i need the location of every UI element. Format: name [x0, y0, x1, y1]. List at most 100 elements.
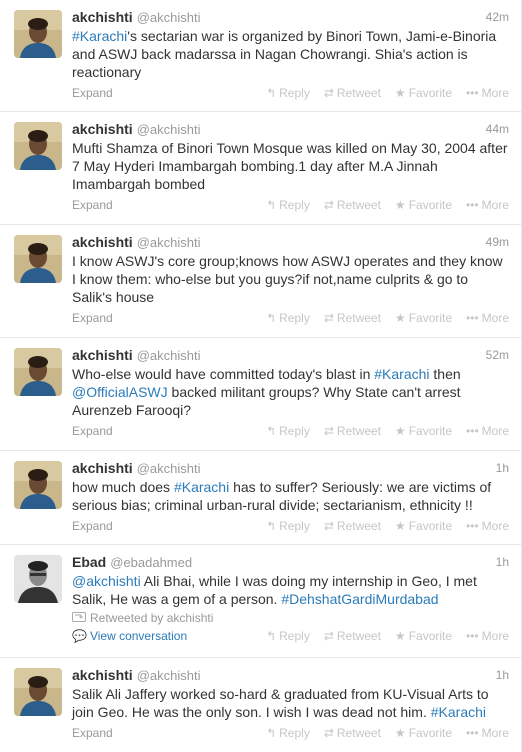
- retweet-button[interactable]: ⇄ Retweet: [324, 309, 381, 327]
- more-button[interactable]: ••• More: [466, 309, 509, 327]
- star-icon: ★: [394, 198, 406, 212]
- fullname[interactable]: akchishti: [72, 234, 133, 250]
- avatar[interactable]: [14, 122, 62, 170]
- favorite-label: Favorite: [408, 198, 453, 212]
- avatar[interactable]: [14, 10, 62, 58]
- tweet[interactable]: akchishti @akchishti 52m Who-else would h…: [0, 338, 521, 451]
- retweet-button[interactable]: ⇄ Retweet: [324, 627, 381, 645]
- expand-link[interactable]: Expand: [72, 309, 113, 327]
- username[interactable]: @akchishti: [137, 122, 201, 137]
- more-button[interactable]: ••• More: [466, 517, 509, 535]
- expand-link[interactable]: Expand: [72, 517, 113, 535]
- mention-link[interactable]: @akchishti: [72, 573, 141, 589]
- retweet-label: Retweet: [336, 726, 381, 740]
- hashtag-link[interactable]: #Karachi: [374, 366, 429, 382]
- hashtag-link[interactable]: #DehshatGardiMurdabad: [281, 591, 438, 607]
- mention-link[interactable]: @OfficialASWJ: [72, 384, 168, 400]
- retweeted-by-label: Retweeted by akchishti: [90, 611, 214, 625]
- avatar[interactable]: [14, 555, 62, 603]
- avatar[interactable]: [14, 348, 62, 396]
- tweet-text: #Karachi's sectarian war is organized by…: [72, 27, 509, 81]
- username[interactable]: @ebadahmed: [110, 555, 192, 570]
- retweet-button[interactable]: ⇄ Retweet: [324, 724, 381, 742]
- tweet[interactable]: akchishti @akchishti 1h Salik Ali Jaffery…: [0, 658, 521, 752]
- avatar[interactable]: [14, 461, 62, 509]
- favorite-button[interactable]: ★ Favorite: [395, 309, 452, 327]
- favorite-button[interactable]: ★ Favorite: [395, 724, 452, 742]
- username[interactable]: @akchishti: [137, 461, 201, 476]
- reply-icon: ↰: [266, 726, 277, 740]
- timestamp[interactable]: 1h: [496, 553, 509, 571]
- tweet-header: akchishti @akchishti: [72, 666, 509, 684]
- tweet-text: Salik Ali Jaffery worked so-hard & gradu…: [72, 685, 509, 721]
- tweet[interactable]: akchishti @akchishti 49m I know ASWJ's co…: [0, 225, 521, 338]
- fullname[interactable]: akchishti: [72, 460, 133, 476]
- tweet[interactable]: Ebad @ebadahmed 1h @akchishti Ali Bhai, w…: [0, 545, 521, 658]
- reply-button[interactable]: ↰ Reply: [266, 196, 310, 214]
- expand-link[interactable]: Expand: [72, 84, 113, 102]
- avatar[interactable]: [14, 668, 62, 716]
- more-label: More: [481, 311, 509, 325]
- retweet-icon: ⇄: [323, 198, 334, 212]
- more-icon: •••: [466, 86, 479, 100]
- timestamp[interactable]: 1h: [496, 459, 509, 477]
- retweeted-by[interactable]: Retweeted by akchishti: [72, 610, 509, 626]
- timestamp[interactable]: 49m: [486, 233, 509, 251]
- retweet-button[interactable]: ⇄ Retweet: [324, 84, 381, 102]
- hashtag-link[interactable]: #Karachi: [431, 704, 486, 720]
- timeline: akchishti @akchishti 42m #Karachi's secta…: [0, 0, 522, 752]
- timestamp[interactable]: 44m: [486, 120, 509, 138]
- timestamp[interactable]: 52m: [486, 346, 509, 364]
- more-icon: •••: [466, 519, 479, 533]
- tweet[interactable]: akchishti @akchishti 42m #Karachi's secta…: [0, 0, 521, 112]
- favorite-button[interactable]: ★ Favorite: [395, 196, 452, 214]
- tweet[interactable]: akchishti @akchishti 44m Mufti Shamza of …: [0, 112, 521, 225]
- favorite-label: Favorite: [408, 519, 453, 533]
- reply-button[interactable]: ↰ Reply: [266, 724, 310, 742]
- more-button[interactable]: ••• More: [466, 84, 509, 102]
- avatar[interactable]: [14, 235, 62, 283]
- fullname[interactable]: akchishti: [72, 667, 133, 683]
- favorite-button[interactable]: ★ Favorite: [395, 422, 452, 440]
- expand-link[interactable]: Expand: [72, 724, 113, 742]
- username[interactable]: @akchishti: [137, 10, 201, 25]
- username[interactable]: @akchishti: [137, 235, 201, 250]
- retweet-button[interactable]: ⇄ Retweet: [324, 517, 381, 535]
- retweet-button[interactable]: ⇄ Retweet: [324, 196, 381, 214]
- reply-icon: ↰: [266, 198, 277, 212]
- retweet-label: Retweet: [336, 629, 381, 643]
- fullname[interactable]: akchishti: [72, 9, 133, 25]
- tweet-text-segment: Salik Ali Jaffery worked so-hard & gradu…: [72, 686, 489, 720]
- fullname[interactable]: akchishti: [72, 121, 133, 137]
- reply-button[interactable]: ↰ Reply: [266, 422, 310, 440]
- tweet-text: @akchishti Ali Bhai, while I was doing m…: [72, 572, 509, 608]
- username[interactable]: @akchishti: [137, 668, 201, 683]
- timestamp[interactable]: 42m: [486, 8, 509, 26]
- more-button[interactable]: ••• More: [466, 724, 509, 742]
- favorite-button[interactable]: ★ Favorite: [395, 627, 452, 645]
- star-icon: ★: [394, 629, 406, 643]
- expand-link[interactable]: Expand: [72, 422, 113, 440]
- reply-button[interactable]: ↰ Reply: [266, 309, 310, 327]
- favorite-button[interactable]: ★ Favorite: [395, 517, 452, 535]
- more-button[interactable]: ••• More: [466, 627, 509, 645]
- username[interactable]: @akchishti: [137, 348, 201, 363]
- hashtag-link[interactable]: #Karachi: [174, 479, 229, 495]
- timestamp[interactable]: 1h: [496, 666, 509, 684]
- tweet-footer: Expand ↰ Reply ⇄ Retweet ★ Favorite ••• More: [72, 517, 509, 535]
- hashtag-link[interactable]: #Karachi: [72, 28, 127, 44]
- reply-button[interactable]: ↰ Reply: [266, 84, 310, 102]
- fullname[interactable]: Ebad: [72, 554, 106, 570]
- view-conversation-link[interactable]: 💬 View conversation: [72, 627, 187, 645]
- favorite-button[interactable]: ★ Favorite: [395, 84, 452, 102]
- fullname[interactable]: akchishti: [72, 347, 133, 363]
- more-button[interactable]: ••• More: [466, 422, 509, 440]
- more-button[interactable]: ••• More: [466, 196, 509, 214]
- retweet-button[interactable]: ⇄ Retweet: [324, 422, 381, 440]
- reply-button[interactable]: ↰ Reply: [266, 627, 310, 645]
- retweet-label: Retweet: [336, 519, 381, 533]
- reply-button[interactable]: ↰ Reply: [266, 517, 310, 535]
- tweet[interactable]: akchishti @akchishti 1h how much does #Ka…: [0, 451, 521, 545]
- expand-link[interactable]: Expand: [72, 196, 113, 214]
- retweet-label: Retweet: [336, 424, 381, 438]
